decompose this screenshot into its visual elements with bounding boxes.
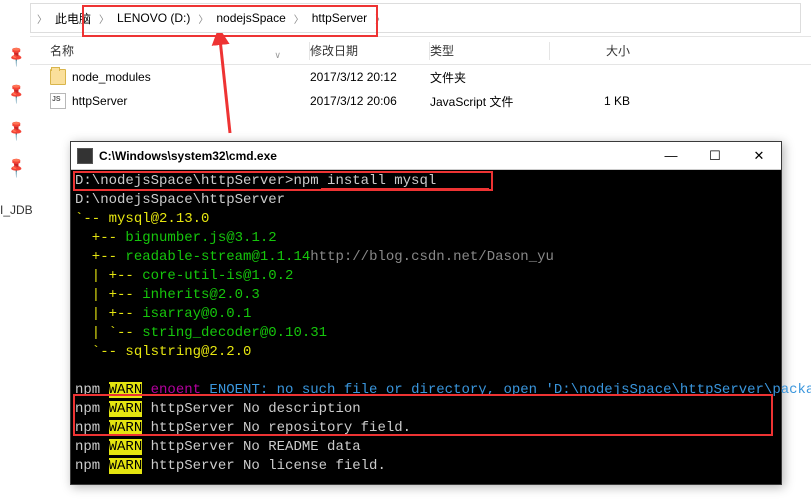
file-name: httpServer — [72, 94, 127, 108]
terminal-line: npm WARN httpServer No repository field. — [75, 419, 777, 438]
quick-access-column: 📌 📌 📌 📌 — [0, 38, 30, 186]
terminal-line: | +-- core-util-is@1.0.2 — [75, 267, 777, 286]
terminal-line: `-- mysql@2.13.0 — [75, 210, 777, 229]
file-list-header: 名称∨ 修改日期 类型 大小 — [30, 37, 811, 65]
file-row[interactable]: httpServer 2017/3/12 20:06JavaScript 文件1 … — [30, 89, 811, 113]
terminal-line: +-- readable-stream@1.1.14http://blog.cs… — [75, 248, 777, 267]
file-row[interactable]: node_modules 2017/3/12 20:12文件夹 — [30, 65, 811, 89]
file-size: 1 KB — [550, 94, 650, 108]
terminal-line: npm WARN httpServer No README data — [75, 438, 777, 457]
terminal-line — [75, 362, 777, 381]
chevron-right-icon: 〉 — [196, 11, 210, 26]
column-date[interactable]: 修改日期 — [310, 42, 430, 60]
file-list: 名称∨ 修改日期 类型 大小 node_modules 2017/3/12 20:… — [30, 36, 811, 113]
file-type: 文件夹 — [430, 69, 550, 86]
chevron-right-icon: 〉 — [292, 11, 306, 26]
terminal-line: | +-- inherits@2.0.3 — [75, 286, 777, 305]
chevron-right-icon: 〉 — [97, 11, 111, 26]
cmd-body[interactable]: D:\nodejsSpace\httpServer>npm install my… — [71, 170, 781, 484]
minimize-button[interactable]: — — [649, 142, 693, 170]
chevron-right-icon: 〉 — [35, 11, 49, 26]
terminal-line: `-- sqlstring@2.2.0 — [75, 343, 777, 362]
js-file-icon — [50, 93, 66, 109]
file-name: node_modules — [72, 70, 151, 84]
close-button[interactable]: ✕ — [737, 142, 781, 170]
folder-icon — [50, 69, 66, 85]
breadcrumb-seg3[interactable]: httpServer — [306, 8, 373, 28]
maximize-button[interactable]: ☐ — [693, 142, 737, 170]
cmd-titlebar[interactable]: C:\Windows\system32\cmd.exe — ☐ ✕ — [71, 142, 781, 170]
chevron-right-icon: 〉 — [373, 11, 387, 26]
cmd-window: C:\Windows\system32\cmd.exe — ☐ ✕ D:\nod… — [70, 141, 782, 485]
file-date: 2017/3/12 20:12 — [310, 70, 430, 84]
breadcrumb-root[interactable]: 此电脑 — [49, 7, 97, 30]
terminal-line: npm WARN enoent ENOENT: no such file or … — [75, 381, 777, 400]
terminal-line: | `-- string_decoder@0.10.31 — [75, 324, 777, 343]
breadcrumb-seg2[interactable]: nodejsSpace — [210, 8, 291, 28]
terminal-line: D:\nodejsSpace\httpServer — [75, 191, 777, 210]
file-date: 2017/3/12 20:06 — [310, 94, 430, 108]
sort-indicator-icon: ∨ — [274, 50, 281, 61]
pin-icon[interactable]: 📌 — [0, 143, 42, 193]
cmd-icon — [77, 148, 93, 164]
cmd-title: C:\Windows\system32\cmd.exe — [99, 149, 649, 163]
terminal-line: npm WARN httpServer No description — [75, 400, 777, 419]
breadcrumb[interactable]: 〉 此电脑 〉 LENOVO (D:) 〉 nodejsSpace 〉 http… — [30, 3, 801, 33]
terminal-line: npm WARN httpServer No license field. — [75, 457, 777, 476]
terminal-line: +-- bignumber.js@3.1.2 — [75, 229, 777, 248]
breadcrumb-seg1[interactable]: LENOVO (D:) — [111, 8, 196, 28]
terminal-line: | +-- isarray@0.0.1 — [75, 305, 777, 324]
column-type[interactable]: 类型 — [430, 42, 550, 60]
terminal-line: D:\nodejsSpace\httpServer>npm install my… — [75, 172, 777, 191]
column-size[interactable]: 大小 — [550, 42, 650, 59]
file-explorer: 〉 此电脑 〉 LENOVO (D:) 〉 nodejsSpace 〉 http… — [0, 3, 811, 113]
column-name[interactable]: 名称∨ — [30, 42, 310, 60]
sidebar-label[interactable]: I_JDB — [0, 203, 33, 217]
file-type: JavaScript 文件 — [430, 93, 550, 110]
